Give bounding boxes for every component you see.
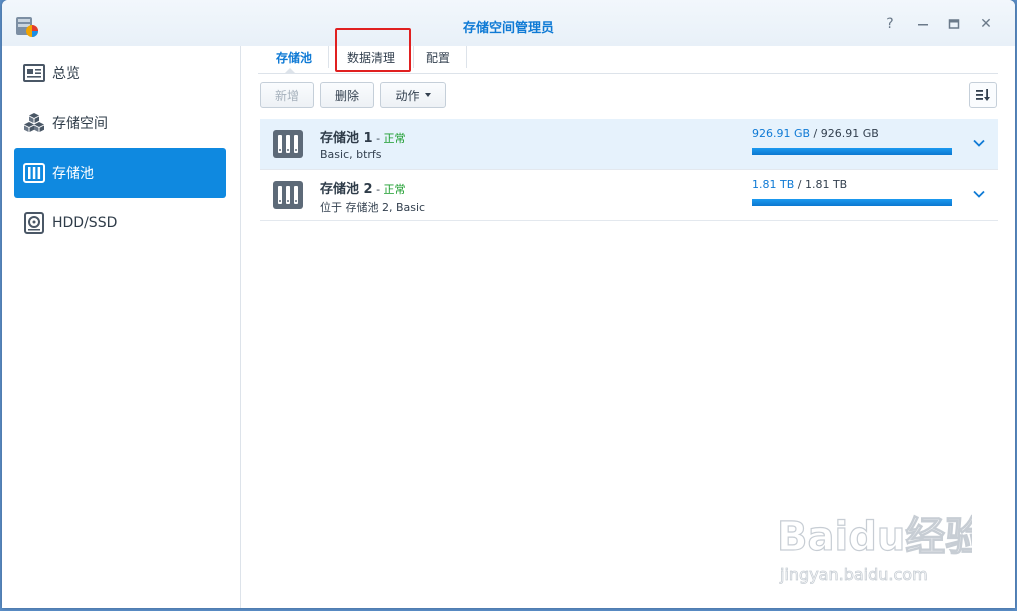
active-tab-pointer (284, 68, 296, 74)
sidebar-item-storage-pool[interactable]: 存储池 (14, 148, 226, 198)
action-dropdown-button[interactable]: 动作 (380, 82, 446, 108)
watermark-brand: Baidu经验 (777, 514, 972, 560)
pool-name: 存储池 2 - 正常 (320, 178, 406, 197)
total-capacity: 1.81 TB (804, 178, 848, 191)
delete-button[interactable]: 删除 (320, 82, 374, 108)
pool-description: 位于 存储池 2, Basic (320, 201, 426, 214)
storage-pool-row[interactable]: 存储池 1 - 正常 Basic, btrfs 926.91 GB / 926.… (260, 119, 998, 170)
caret-down-icon (424, 93, 431, 97)
usage-bar (752, 148, 952, 155)
baidu-jingyan-watermark: Baidu经验 jingyan.baidu.com (776, 513, 972, 584)
help-icon[interactable]: ? (880, 14, 900, 34)
sidebar-item-overview[interactable]: 总览 (14, 48, 226, 98)
storage-pool-row[interactable]: 存储池 2 - 正常 位于 存储池 2, Basic 1.81 TB / 1.8… (260, 170, 998, 221)
sidebar-item-volume[interactable]: 存储空间 (14, 98, 226, 148)
sidebar-item-label: 总览 (52, 66, 80, 82)
pool-dash: - (372, 132, 384, 145)
window-title: 存储空间管理员 (462, 21, 554, 36)
hdd-icon (22, 211, 46, 235)
pool-name: 存储池 1 - 正常 (320, 127, 406, 146)
pool-usage: 1.81 TB / 1.81 TB (752, 178, 847, 191)
pool-status: 正常 (383, 183, 406, 196)
volume-cubes-icon (22, 111, 46, 135)
sort-button[interactable] (969, 82, 997, 108)
action-button-label: 动作 (395, 88, 420, 103)
maximize-icon[interactable] (944, 14, 964, 34)
tab-divider (466, 46, 467, 68)
tab-divider (328, 46, 329, 68)
pool-status: 正常 (383, 132, 406, 145)
usage-separator: / (810, 127, 821, 140)
used-capacity: 1.81 TB (752, 178, 795, 191)
usage-bar (752, 199, 952, 206)
usage-bar-fill (752, 148, 952, 155)
usage-separator: / (794, 178, 805, 191)
red-highlight-box (335, 28, 411, 72)
chevron-down-icon[interactable] (972, 187, 986, 201)
pool-usage: 926.91 GB / 926.91 GB (752, 127, 879, 140)
tab-divider (413, 46, 414, 68)
pool-description: Basic, btrfs (320, 148, 382, 161)
sidebar: 总览 存储空间 存储池 HDD/SSD (2, 46, 241, 608)
storage-pool-icon (273, 130, 303, 158)
pool-dash: - (372, 183, 384, 196)
sidebar-item-label: 存储池 (52, 166, 94, 182)
usage-bar-fill (752, 199, 952, 206)
storage-pool-icon (22, 161, 46, 185)
tab-bar: 存储池 数据清理 配置 (258, 28, 998, 75)
minimize-icon[interactable] (913, 14, 933, 34)
tab-settings[interactable]: 配置 (418, 48, 458, 75)
sidebar-item-label: 存储空间 (52, 116, 108, 132)
overview-icon (22, 61, 46, 85)
sidebar-item-hdd-ssd[interactable]: HDD/SSD (14, 198, 226, 248)
chevron-down-icon[interactable] (972, 136, 986, 150)
sidebar-item-label: HDD/SSD (52, 215, 118, 231)
storage-manager-window: 存储空间管理员 ? ✕ 总览 存储空间 存储池 HDD/SSD 存储池 数据清理… (2, 0, 1015, 608)
total-capacity: 926.91 GB (820, 127, 879, 140)
pool-name-text: 存储池 1 (320, 131, 373, 146)
title-bar[interactable]: 存储空间管理员 ? ✕ (2, 0, 1015, 46)
sort-icon (976, 89, 990, 101)
watermark-url: jingyan.baidu.com (779, 565, 928, 584)
storage-pool-icon (273, 181, 303, 209)
new-button[interactable]: 新增 (260, 82, 314, 108)
close-icon[interactable]: ✕ (976, 14, 996, 34)
pool-name-text: 存储池 2 (320, 182, 373, 197)
used-capacity: 926.91 GB (752, 127, 811, 140)
